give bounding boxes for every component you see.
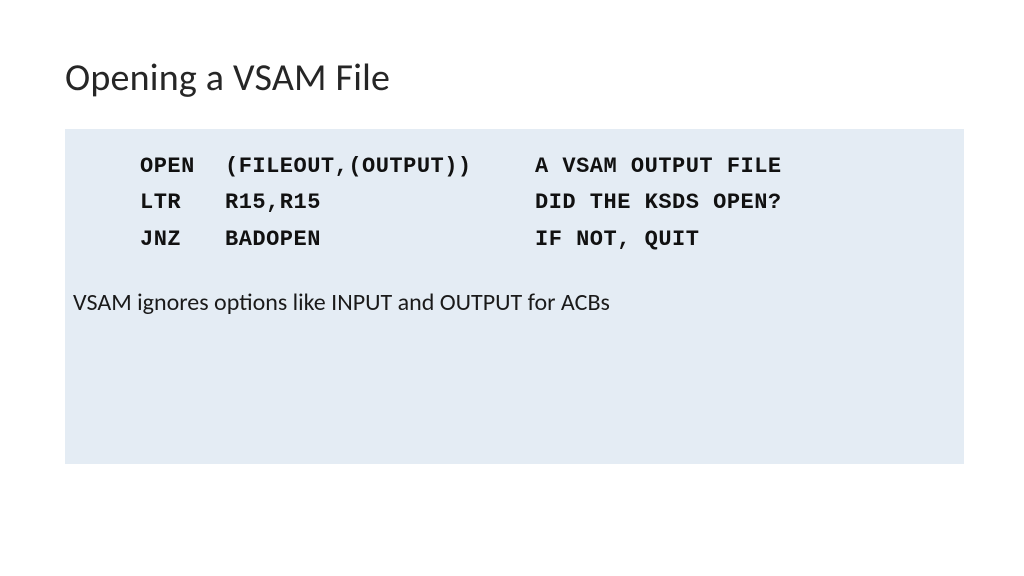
code-args: BADOPEN xyxy=(225,222,535,258)
code-args: (FILEOUT,(OUTPUT)) xyxy=(225,149,535,185)
code-row: JNZ BADOPEN IF NOT, QUIT xyxy=(140,222,964,258)
code-row: LTR R15,R15 DID THE KSDS OPEN? xyxy=(140,185,964,221)
code-block: OPEN (FILEOUT,(OUTPUT)) A VSAM OUTPUT FI… xyxy=(65,149,964,258)
note-text: VSAM ignores options like INPUT and OUTP… xyxy=(65,288,964,317)
code-opcode: LTR xyxy=(140,185,225,221)
code-opcode: JNZ xyxy=(140,222,225,258)
code-row: OPEN (FILEOUT,(OUTPUT)) A VSAM OUTPUT FI… xyxy=(140,149,964,185)
code-comment: DID THE KSDS OPEN? xyxy=(535,185,964,221)
content-panel: OPEN (FILEOUT,(OUTPUT)) A VSAM OUTPUT FI… xyxy=(65,129,964,464)
code-comment: IF NOT, QUIT xyxy=(535,222,964,258)
code-opcode: OPEN xyxy=(140,149,225,185)
code-comment: A VSAM OUTPUT FILE xyxy=(535,149,964,185)
code-args: R15,R15 xyxy=(225,185,535,221)
slide-title: Opening a VSAM File xyxy=(65,55,964,101)
